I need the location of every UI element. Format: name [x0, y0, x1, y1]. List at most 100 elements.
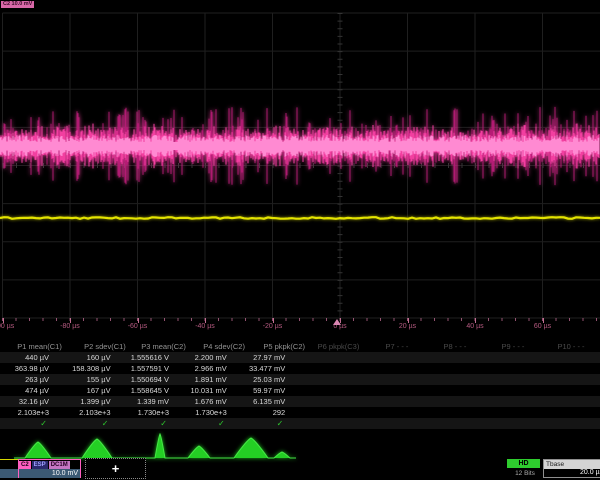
param-value: 167 µV: [63, 385, 125, 396]
axis-label: 20 µs: [399, 323, 416, 330]
param-value: 158.308 µV: [63, 363, 125, 374]
table-row-sdev: 32.16 µV1.399 µV1.339 mV1.676 mV6.135 mV: [0, 396, 600, 407]
axis-label: 40 µs: [466, 323, 483, 330]
axis-label: -80 µs: [60, 323, 80, 330]
param-value: [420, 385, 480, 396]
param-header-2[interactable]: P2 sdev(C1): [66, 341, 130, 352]
axis-label: 60 µs: [534, 323, 551, 330]
axis-minor-ticks: [2, 318, 600, 321]
param-value: [480, 385, 540, 396]
param-value: [540, 396, 600, 407]
timebase-value: 20.0 µs/div: [544, 469, 600, 477]
param-value: [299, 352, 360, 363]
param-value: 2.200 mV: [183, 352, 241, 363]
trigger-position-marker[interactable]: [333, 319, 341, 325]
param-header-7[interactable]: P7 - - -: [368, 341, 426, 352]
table-row-mean: 363.98 µV158.308 µV1.557591 V2.966 mV33.…: [0, 363, 600, 374]
timebase-descriptor[interactable]: Tbase 20.0 µs/div: [543, 459, 600, 478]
param-value: 59.97 mV: [241, 385, 299, 396]
param-value: [540, 374, 600, 385]
param-value: [299, 385, 360, 396]
c2-esp-badge: ESP: [32, 461, 48, 469]
param-header-10[interactable]: P10 - - -: [542, 341, 600, 352]
param-value: [420, 407, 480, 418]
waveform-traces: [0, 0, 600, 340]
channel-c2-descriptor[interactable]: C2 ESP DC1M 10.0 mV: [18, 459, 81, 478]
param-value: [360, 363, 420, 374]
param-value: 263 µV: [0, 374, 63, 385]
param-value: 33.477 mV: [241, 363, 299, 374]
param-value: [299, 396, 360, 407]
param-value: [360, 374, 420, 385]
param-value: 160 µV: [63, 352, 125, 363]
param-value: [540, 385, 600, 396]
param-value: [360, 352, 420, 363]
param-value: 6.135 mV: [241, 396, 299, 407]
param-value: [480, 352, 540, 363]
param-value: [299, 363, 360, 374]
descriptor-bar: DC1M 20.0 mV C2 ESP DC1M 10.0 mV + HD 12…: [0, 456, 600, 480]
param-value: 2.966 mV: [183, 363, 241, 374]
axis-label: -20 µs: [263, 323, 283, 330]
add-trace-drop-zone[interactable]: +: [85, 458, 146, 479]
param-value: [480, 363, 540, 374]
c2-volts-per-div: 10.0 mV: [19, 469, 80, 478]
param-value: 363.98 µV: [0, 363, 63, 374]
measurement-table: P1 mean(C1)P2 sdev(C1)P3 mean(C2)P4 sdev…: [0, 341, 600, 429]
param-header-5[interactable]: P5 pkpk(C2): [249, 341, 309, 352]
param-value: [420, 374, 480, 385]
table-row-num: 2.103e+32.103e+31.730e+31.730e+3292: [0, 407, 600, 418]
trace-annotation-badge: C2 10.0 mV: [1, 1, 34, 8]
param-value: [360, 396, 420, 407]
param-value: [360, 407, 420, 418]
hd-bits-label: 12 Bits: [507, 470, 543, 477]
param-value: [480, 374, 540, 385]
c2-channel-badge: C2: [19, 461, 31, 469]
param-value: 1.399 µV: [63, 396, 125, 407]
axis-label: -40 µs: [195, 323, 215, 330]
param-value: [540, 363, 600, 374]
param-header-3[interactable]: P3 mean(C2): [130, 341, 190, 352]
param-value: 1.339 mV: [125, 396, 183, 407]
param-value: 1.730e+3: [183, 407, 241, 418]
param-value: 1.557591 V: [125, 363, 183, 374]
table-row-min: 263 µV155 µV1.550694 V1.891 mV25.03 mV: [0, 374, 600, 385]
param-value: 1.555616 V: [125, 352, 183, 363]
param-value: 1.558645 V: [125, 385, 183, 396]
param-value: [540, 407, 600, 418]
table-row-max: 474 µV167 µV1.558645 V10.031 mV59.97 mV: [0, 385, 600, 396]
waveform-grid-area[interactable]: C2 10.0 mV: [0, 0, 600, 340]
param-value: 2.103e+3: [0, 407, 63, 418]
param-value: 25.03 mV: [241, 374, 299, 385]
param-value: 440 µV: [0, 352, 63, 363]
param-value: 292: [241, 407, 299, 418]
param-header-8[interactable]: P8 - - -: [426, 341, 484, 352]
param-header-6[interactable]: P6 pkpk(C3): [309, 341, 368, 352]
param-value: [420, 352, 480, 363]
param-value: 1.550694 V: [125, 374, 183, 385]
table-header-row: P1 mean(C1)P2 sdev(C1)P3 mean(C2)P4 sdev…: [0, 341, 600, 352]
param-header-9[interactable]: P9 - - -: [484, 341, 542, 352]
param-value: [299, 407, 360, 418]
param-value: 1.730e+3: [125, 407, 183, 418]
timebase-title: Tbase: [544, 460, 600, 469]
param-value: 155 µV: [63, 374, 125, 385]
hd-mode-badge[interactable]: HD: [507, 459, 540, 468]
axis-label: -60 µs: [128, 323, 148, 330]
param-value: [480, 396, 540, 407]
axis-label: -100 µs: [0, 323, 14, 330]
param-value: 1.891 mV: [183, 374, 241, 385]
param-value: 1.676 mV: [183, 396, 241, 407]
param-header-1[interactable]: P1 mean(C1): [0, 341, 66, 352]
param-value: [299, 374, 360, 385]
param-value: [480, 407, 540, 418]
param-value: 32.16 µV: [0, 396, 63, 407]
table-row-value: 440 µV160 µV1.555616 V2.200 mV27.97 mV: [0, 352, 600, 363]
param-value: [420, 363, 480, 374]
param-value: 2.103e+3: [63, 407, 125, 418]
c2-coupling-badge: DC1M: [49, 461, 70, 469]
param-value: [360, 385, 420, 396]
param-value: 10.031 mV: [183, 385, 241, 396]
param-header-4[interactable]: P4 sdev(C2): [190, 341, 249, 352]
time-axis: -100 µs-80 µs-60 µs-40 µs-20 µs0 µs20 µs…: [0, 318, 600, 334]
